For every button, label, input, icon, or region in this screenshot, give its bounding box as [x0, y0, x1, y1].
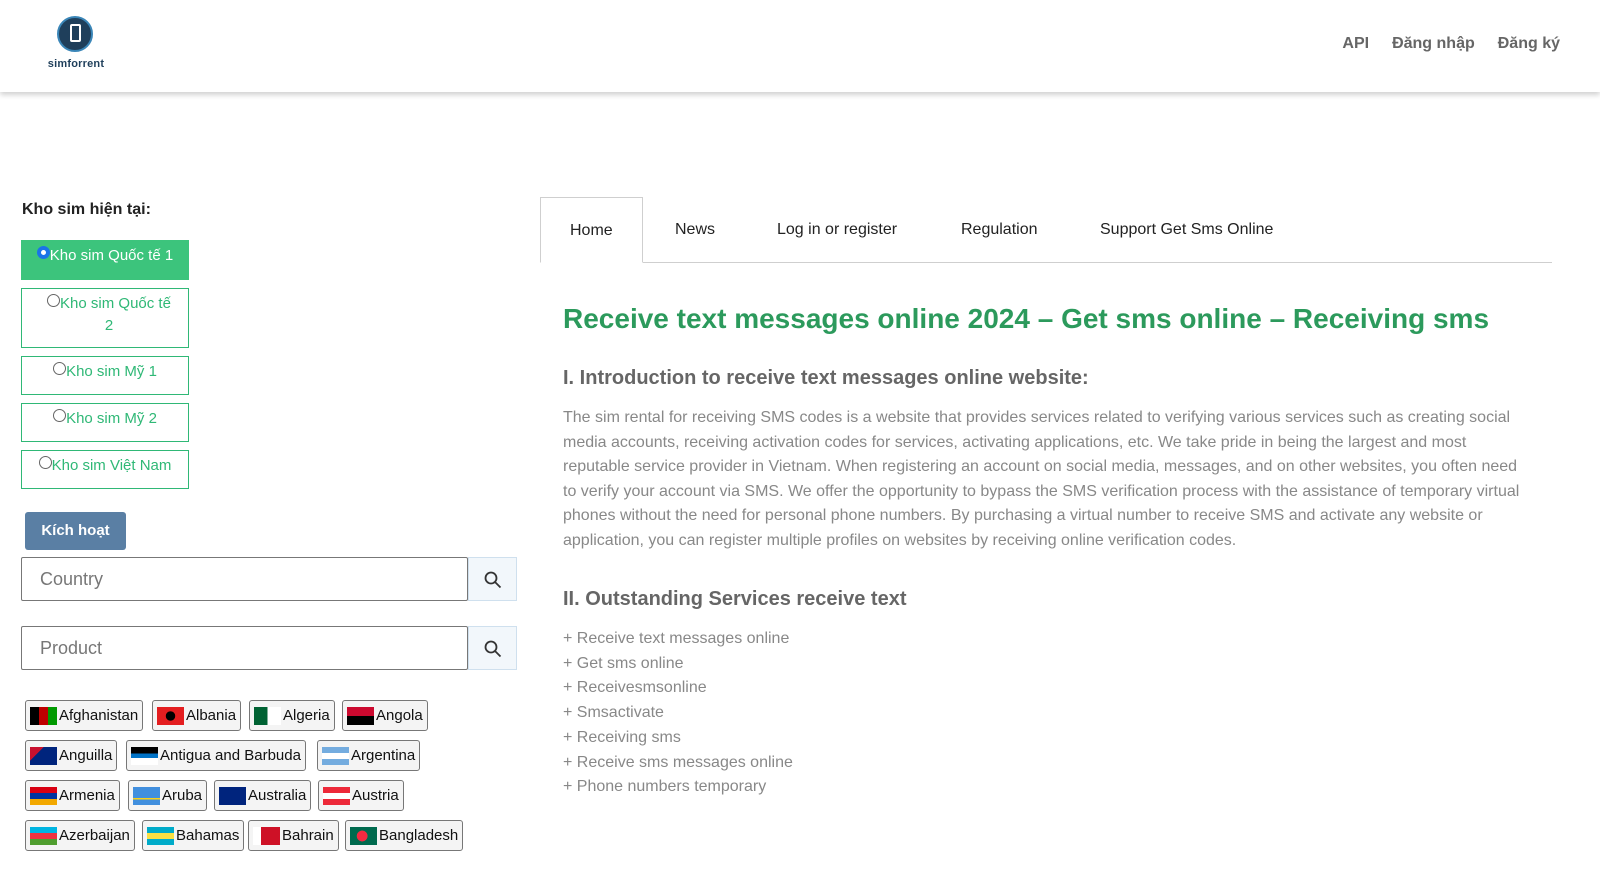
sim-store-title: Kho sim hiện tại:: [22, 201, 151, 218]
section-intro-heading: I. Introduction to receive text messages…: [563, 367, 1089, 389]
radio-icon[interactable]: [36, 246, 50, 259]
list-item: + Receive sms messages online: [563, 753, 793, 771]
list-item: + Receiving sms: [563, 728, 681, 746]
azerbaijan-flag-icon: [30, 826, 57, 845]
sim-option-intl-2[interactable]: Kho sim Quốc tế 2: [21, 288, 189, 348]
country-label: Argentina: [351, 747, 416, 764]
sim-option-vietnam[interactable]: Kho sim Việt Nam: [21, 450, 189, 489]
bangladesh-flag-icon: [350, 826, 377, 845]
country-label: Azerbaijan: [59, 827, 130, 844]
country-button-afghanistan[interactable]: Afghanistan: [25, 700, 144, 731]
country-button-bahrain[interactable]: Bahrain: [248, 820, 339, 851]
country-button-bangladesh[interactable]: Bangladesh: [345, 820, 464, 851]
main-tabs: Home News Log in or register Regulation …: [540, 197, 1552, 263]
phone-icon: [57, 16, 93, 52]
albania-flag-icon: [157, 706, 184, 725]
country-label: Aruba: [162, 787, 203, 804]
antigua-flag-icon: [131, 746, 158, 765]
armenia-flag-icon: [30, 786, 57, 805]
austria-flag-icon: [323, 786, 350, 805]
radio-icon[interactable]: [47, 294, 61, 307]
tab-login-register[interactable]: Log in or register: [777, 197, 897, 263]
tab-home[interactable]: Home: [540, 197, 643, 263]
algeria-flag-icon: [254, 706, 281, 725]
radio-icon[interactable]: [53, 362, 67, 375]
sim-option-intl-1[interactable]: Kho sim Quốc tế 1: [21, 240, 189, 280]
sim-option-label: Kho sim Mỹ 1: [66, 363, 157, 380]
top-nav: API Đăng nhập Đăng ký: [1342, 35, 1560, 53]
logo-text: simforrent: [47, 58, 105, 70]
angola-flag-icon: [347, 706, 374, 725]
country-label: Bangladesh: [379, 827, 459, 844]
country-label: Antigua and Barbuda: [160, 747, 301, 764]
section-services-heading: II. Outstanding Services receive text: [563, 588, 907, 610]
bahrain-flag-icon: [253, 826, 280, 845]
country-button-aruba[interactable]: Aruba: [128, 780, 208, 811]
country-button-angola[interactable]: Angola: [342, 700, 428, 731]
page-title: Receive text messages online 2024 – Get …: [563, 303, 1490, 334]
product-search-input[interactable]: Product: [21, 626, 468, 670]
list-item: + Receive text messages online: [563, 630, 790, 647]
country-button-armenia[interactable]: Armenia: [25, 780, 120, 811]
activate-button[interactable]: Kích hoạt: [25, 512, 126, 550]
list-item: + Receivesmsonline: [563, 679, 707, 697]
country-search-input[interactable]: Country: [21, 557, 468, 601]
country-button-albania[interactable]: Albania: [152, 700, 242, 731]
country-search-button[interactable]: [468, 557, 517, 601]
country-label: Angola: [376, 707, 423, 724]
country-button-algeria[interactable]: Algeria: [249, 700, 335, 731]
tab-support[interactable]: Support Get Sms Online: [1100, 197, 1273, 263]
australia-flag-icon: [219, 786, 246, 805]
argentina-flag-icon: [322, 746, 349, 765]
country-label: Austria: [352, 787, 399, 804]
country-button-bahamas[interactable]: Bahamas: [142, 820, 245, 851]
sim-option-label: Kho sim Quốc tế 2: [60, 295, 171, 334]
nav-login-link[interactable]: Đăng nhập: [1392, 35, 1475, 53]
country-button-austria[interactable]: Austria: [318, 780, 404, 811]
site-header: simforrent API Đăng nhập Đăng ký: [0, 0, 1600, 92]
aruba-flag-icon: [133, 786, 160, 805]
bahamas-flag-icon: [147, 826, 174, 845]
radio-icon[interactable]: [38, 456, 52, 469]
site-logo[interactable]: simforrent: [40, 16, 110, 74]
country-label: Albania: [186, 707, 237, 724]
country-label: Australia: [248, 787, 307, 804]
country-label: Afghanistan: [59, 707, 139, 724]
section-intro-body: The sim rental for receiving SMS codes i…: [563, 409, 1520, 549]
list-item: + Smsactivate: [563, 704, 664, 722]
search-icon: [484, 640, 502, 658]
nav-api-link[interactable]: API: [1342, 35, 1369, 53]
product-search-button[interactable]: [468, 626, 517, 670]
afghanistan-flag-icon: [30, 706, 57, 725]
services-list: + Receive text messages online + Get sms…: [563, 627, 793, 800]
nav-register-link[interactable]: Đăng ký: [1498, 35, 1560, 53]
country-button-australia[interactable]: Australia: [214, 780, 312, 811]
country-label: Bahamas: [176, 827, 240, 844]
sim-option-us-2[interactable]: Kho sim Mỹ 2: [21, 403, 189, 442]
anguilla-flag-icon: [30, 746, 57, 765]
tab-regulation[interactable]: Regulation: [961, 197, 1038, 263]
country-button-argentina[interactable]: Argentina: [317, 740, 421, 771]
country-button-azerbaijan[interactable]: Azerbaijan: [25, 820, 135, 851]
country-button-anguilla[interactable]: Anguilla: [25, 740, 118, 771]
country-label: Algeria: [283, 707, 330, 724]
country-label: Armenia: [59, 787, 115, 804]
search-icon: [484, 571, 502, 589]
list-item: + Get sms online: [563, 654, 684, 672]
sim-option-label: Kho sim Việt Nam: [51, 457, 172, 474]
list-item: + Phone numbers temporary: [563, 778, 767, 796]
country-button-antigua-and-barbuda[interactable]: Antigua and Barbuda: [126, 740, 306, 771]
tab-news[interactable]: News: [675, 197, 715, 263]
sim-option-label: Kho sim Quốc tế 1: [49, 247, 174, 264]
sim-option-us-1[interactable]: Kho sim Mỹ 1: [21, 356, 189, 395]
radio-icon[interactable]: [53, 409, 67, 422]
country-label: Bahrain: [282, 827, 334, 844]
sim-option-label: Kho sim Mỹ 2: [66, 410, 157, 427]
country-label: Anguilla: [59, 747, 113, 764]
